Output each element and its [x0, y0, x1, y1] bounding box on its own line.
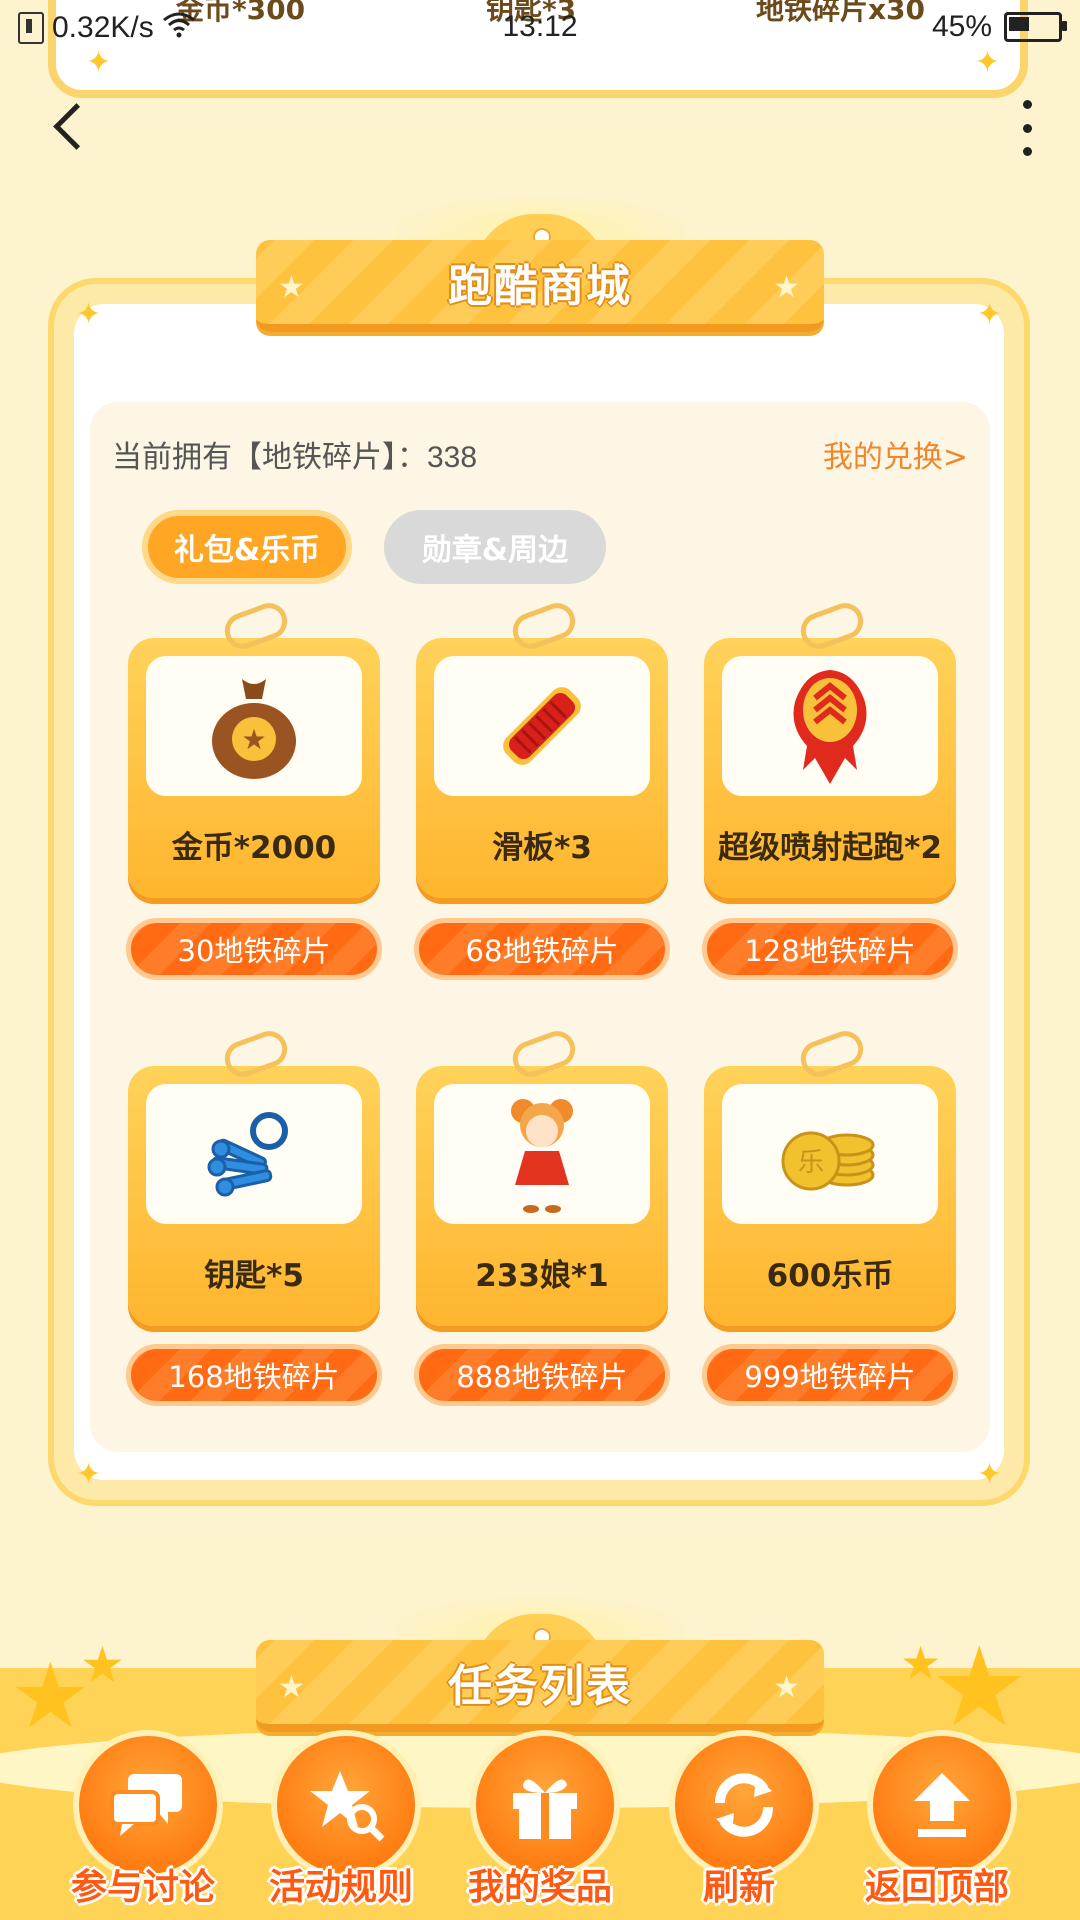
refresh-button[interactable]: 刷新 — [654, 1730, 824, 1920]
star-icon: ★ — [773, 1670, 802, 1705]
item-name: 超级喷射起跑*2 — [718, 830, 942, 866]
star-icon: ★ — [278, 270, 307, 305]
coins-icon: 乐 — [722, 1084, 938, 1224]
refresh-label: 刷新 — [702, 1867, 775, 1908]
discuss-label: 参与讨论 — [70, 1867, 215, 1908]
exchange-price-button[interactable]: 999地铁碎片 — [702, 1344, 958, 1406]
sparkle-icon: ✦ — [976, 1457, 1002, 1492]
status-bar: 0.32K/s 13:12 45% — [0, 0, 1080, 56]
item-name: 600乐币 — [766, 1258, 894, 1294]
star-icon: ★ — [773, 270, 802, 305]
shop-title: 跑酷商城 — [448, 261, 632, 312]
exchange-price-button[interactable]: 888地铁碎片 — [414, 1344, 670, 1406]
shop-title-plate: ★ 跑酷商城 ★ — [256, 240, 824, 332]
tab-badges-merch[interactable]: 勋章&周边 — [384, 510, 606, 584]
owned-label: 当前拥有【地铁碎片】： — [112, 440, 427, 475]
money-bag-icon: ★ — [146, 656, 362, 796]
shop-item-card[interactable]: 滑板*3 — [416, 598, 668, 898]
task-title: 任务列表 — [448, 1661, 632, 1712]
bottom-nav: 参与讨论 活动规则 我的奖品 刷新 返回顶部 — [0, 1730, 1080, 1920]
tab-gifts-lecoins[interactable]: 礼包&乐币 — [142, 510, 352, 584]
item-name: 滑板*3 — [492, 830, 592, 866]
svg-text:★: ★ — [241, 723, 266, 756]
clock: 13:12 — [502, 10, 578, 43]
star-icon: ★ — [278, 1670, 307, 1705]
task-banner: ★ 任务列表 ★ — [0, 1592, 1080, 1732]
discuss-button[interactable]: 参与讨论 — [58, 1730, 228, 1920]
my-prizes-label: 我的奖品 — [467, 1867, 612, 1908]
shop-item-card[interactable]: 钥匙*5 — [128, 1026, 380, 1326]
shop-item-card[interactable]: 乐 600乐币 — [704, 1026, 956, 1326]
task-title-plate: ★ 任务列表 ★ — [256, 1640, 824, 1732]
item-name: 233娘*1 — [475, 1258, 609, 1294]
status-right: 45% — [931, 10, 1067, 44]
svg-text:乐: 乐 — [798, 1148, 824, 1178]
skateboard-icon — [434, 656, 650, 796]
more-menu-button[interactable] — [1012, 100, 1042, 156]
exchange-price-button[interactable]: 168地铁碎片 — [126, 1344, 382, 1406]
owned-value: 338 — [427, 441, 478, 474]
shop-banner: ★ 跑酷商城 ★ — [0, 192, 1080, 332]
back-button[interactable] — [46, 96, 96, 156]
exchange-price-button[interactable]: 68地铁碎片 — [414, 918, 670, 980]
back-to-top-button[interactable]: 返回顶部 — [852, 1730, 1022, 1920]
sparkle-icon: ✦ — [76, 1457, 102, 1492]
keys-icon — [146, 1084, 362, 1224]
back-to-top-label: 返回顶部 — [864, 1867, 1009, 1908]
owned-fragments: 当前拥有【地铁碎片】：338 — [112, 432, 477, 476]
rules-button[interactable]: 活动规则 — [256, 1730, 426, 1920]
shop-item-card[interactable]: ★ 金币*2000 — [128, 598, 380, 898]
exchange-price-button[interactable]: 128地铁碎片 — [702, 918, 958, 980]
my-exchange-link[interactable]: 我的兑换> — [823, 432, 968, 476]
jet-boost-icon — [722, 656, 938, 796]
exchange-price-button[interactable]: 30地铁碎片 — [126, 918, 382, 980]
rules-label: 活动规则 — [268, 1867, 413, 1908]
battery-percent: 45% — [931, 10, 992, 43]
shop-item-card[interactable]: 233娘*1 — [416, 1026, 668, 1326]
shop-item-card[interactable]: 超级喷射起跑*2 — [704, 598, 956, 898]
character-icon — [434, 1084, 650, 1224]
battery-icon — [1004, 12, 1067, 42]
item-name: 金币*2000 — [171, 830, 337, 866]
item-name: 钥匙*5 — [204, 1258, 304, 1294]
my-prizes-button[interactable]: 我的奖品 — [455, 1730, 625, 1920]
